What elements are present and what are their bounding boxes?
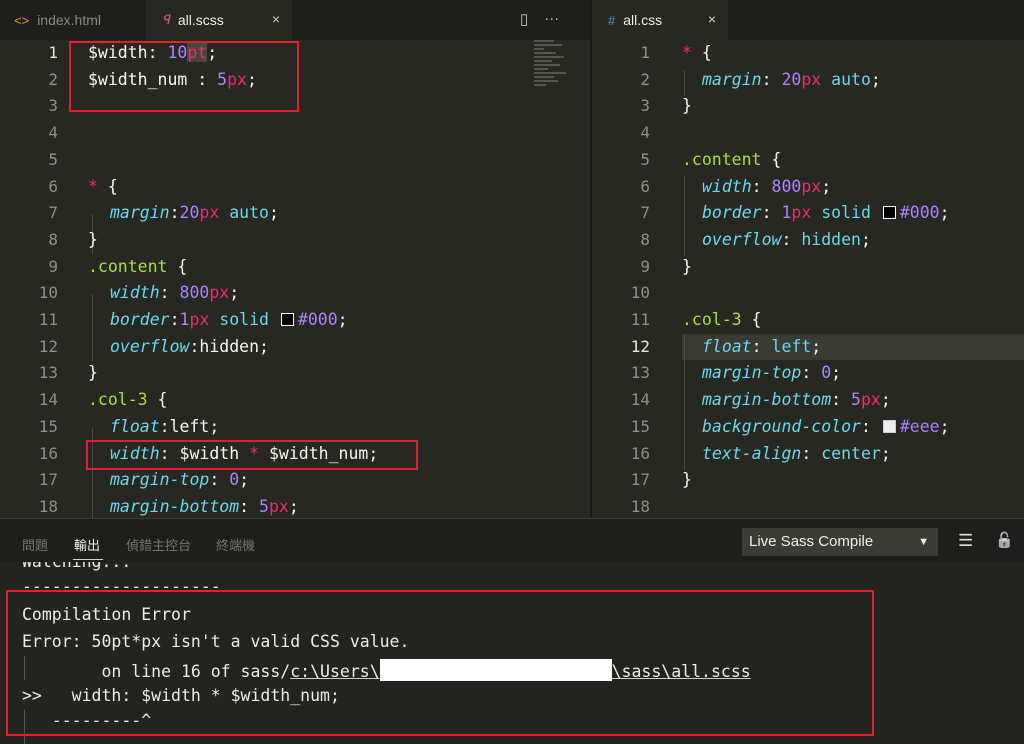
code-line: margin: 20px auto; [702, 69, 881, 89]
code-line: margin-top: 0; [110, 470, 250, 490]
line-number: 18 [630, 496, 650, 516]
scss-editor[interactable]: 1 2 3 4 5 6 7 8 9 10 11 12 13 14 15 16 1… [0, 40, 590, 518]
line-number: 8 [640, 229, 650, 249]
output-channel-value: Live Sass Compile [749, 533, 874, 550]
line-number: 16 [38, 443, 58, 463]
code-line: } [682, 256, 692, 276]
code-line: } [682, 96, 692, 116]
line-number: 9 [48, 256, 58, 276]
tab-output[interactable]: 輸出 [74, 535, 100, 554]
line-number: 5 [48, 149, 58, 169]
line-number: 10 [630, 283, 650, 303]
code-line: float: left; [702, 336, 822, 356]
more-actions-icon[interactable]: ··· [544, 10, 559, 28]
tab-problems[interactable]: 問題 [22, 535, 48, 554]
line-number: 14 [38, 390, 58, 410]
tab-label: index.html [37, 12, 101, 28]
line-number: 13 [630, 363, 650, 383]
line-number: 15 [38, 416, 58, 436]
line-number: 9 [640, 256, 650, 276]
html-icon: <> [14, 12, 30, 28]
close-icon[interactable]: × [272, 11, 280, 27]
code-line: .content { [682, 149, 782, 169]
line-number: 18 [38, 496, 58, 516]
code-line: overflow:hidden; [110, 336, 269, 356]
code-line: text-align: center; [702, 443, 891, 463]
line-number: 8 [48, 229, 58, 249]
line-number: 1 [640, 43, 650, 62]
line-number: 14 [630, 390, 650, 410]
code-line: .content { [88, 256, 188, 276]
tab-all-css[interactable]: # all.css × [592, 0, 728, 40]
line-number: 15 [630, 416, 650, 436]
output-line: Watching... [22, 562, 131, 571]
line-number: 11 [38, 310, 58, 329]
css-editor[interactable]: 1 2 3 4 5 6 7 8 9 10 11 12 13 14 15 16 1… [592, 40, 1024, 518]
minimap[interactable] [534, 40, 574, 110]
code-line: overflow: hidden; [702, 229, 871, 249]
tab-terminal[interactable]: 終端機 [216, 535, 255, 554]
highlight-box-variables [69, 41, 299, 112]
line-number: 17 [38, 470, 58, 490]
highlight-box-error [6, 590, 874, 736]
line-number: 10 [38, 283, 58, 303]
css-icon: # [608, 12, 616, 28]
lock-icon[interactable]: 🔓 [995, 531, 1014, 549]
tab-label: all.css [623, 12, 663, 28]
editor-tab-bar-right: # all.css × [592, 0, 1024, 40]
line-number: 12 [38, 336, 58, 356]
code-line: width: 800px; [110, 283, 240, 303]
highlight-box-line-16 [86, 440, 418, 470]
line-number: 4 [640, 123, 650, 143]
code-line: .col-3 { [682, 310, 762, 329]
tab-debug-console[interactable]: 偵錯主控台 [126, 535, 191, 554]
clear-output-icon[interactable]: ☰ [958, 531, 973, 551]
code-line: margin-top: 0; [702, 363, 842, 383]
code-line: border:1px solid #000; [110, 310, 348, 329]
tab-index-html[interactable]: <> index.html [0, 0, 145, 40]
output-panel[interactable]: Watching... -------------------- Compila… [0, 562, 1024, 744]
line-number: 4 [48, 123, 58, 143]
tab-label: all.scss [177, 12, 224, 28]
line-number: 6 [48, 176, 58, 196]
line-number: 16 [630, 443, 650, 463]
code-line: } [682, 470, 692, 490]
color-swatch[interactable] [882, 206, 896, 220]
line-number: 7 [48, 203, 58, 223]
line-number: 11 [630, 310, 650, 329]
line-number: 17 [630, 470, 650, 490]
code-line: width: 800px; [702, 176, 832, 196]
code-line: margin:20px auto; [110, 203, 279, 223]
line-number: 1 [48, 43, 58, 62]
line-number: 3 [640, 96, 650, 116]
line-number: 13 [38, 363, 58, 383]
code-line: margin-bottom: 5px; [110, 496, 299, 516]
close-icon[interactable]: × [708, 11, 716, 27]
line-number: 6 [640, 176, 650, 196]
code-line: border: 1px solid #000; [702, 203, 950, 223]
line-number: 12 [630, 336, 650, 356]
color-swatch[interactable] [280, 313, 294, 326]
code-line: .col-3 { [88, 390, 168, 410]
line-number: 3 [48, 96, 58, 116]
split-editor-icon[interactable]: ▯ [520, 10, 528, 28]
chevron-down-icon: ▼ [918, 536, 929, 548]
tab-all-scss[interactable]: ꟼ all.scss × [146, 0, 292, 40]
code-line: } [88, 229, 98, 249]
color-swatch[interactable] [882, 419, 896, 433]
line-number: 5 [640, 149, 650, 169]
code-line: * { [682, 43, 712, 62]
output-channel-select[interactable]: Live Sass Compile ▼ [742, 528, 938, 556]
line-number: 2 [48, 69, 58, 89]
active-tab-indicator [73, 559, 103, 560]
code-line: * { [88, 176, 118, 196]
line-number: 7 [640, 203, 650, 223]
editor-tab-bar-left: <> index.html ꟼ all.scss × ▯ ··· [0, 0, 590, 40]
code-line: margin-bottom: 5px; [702, 390, 891, 410]
scss-icon: ꟼ [162, 12, 170, 27]
code-line: } [88, 363, 98, 383]
line-number: 2 [640, 69, 650, 89]
code-line: float:left; [110, 416, 220, 436]
code-line: background-color: #eee; [702, 416, 950, 436]
